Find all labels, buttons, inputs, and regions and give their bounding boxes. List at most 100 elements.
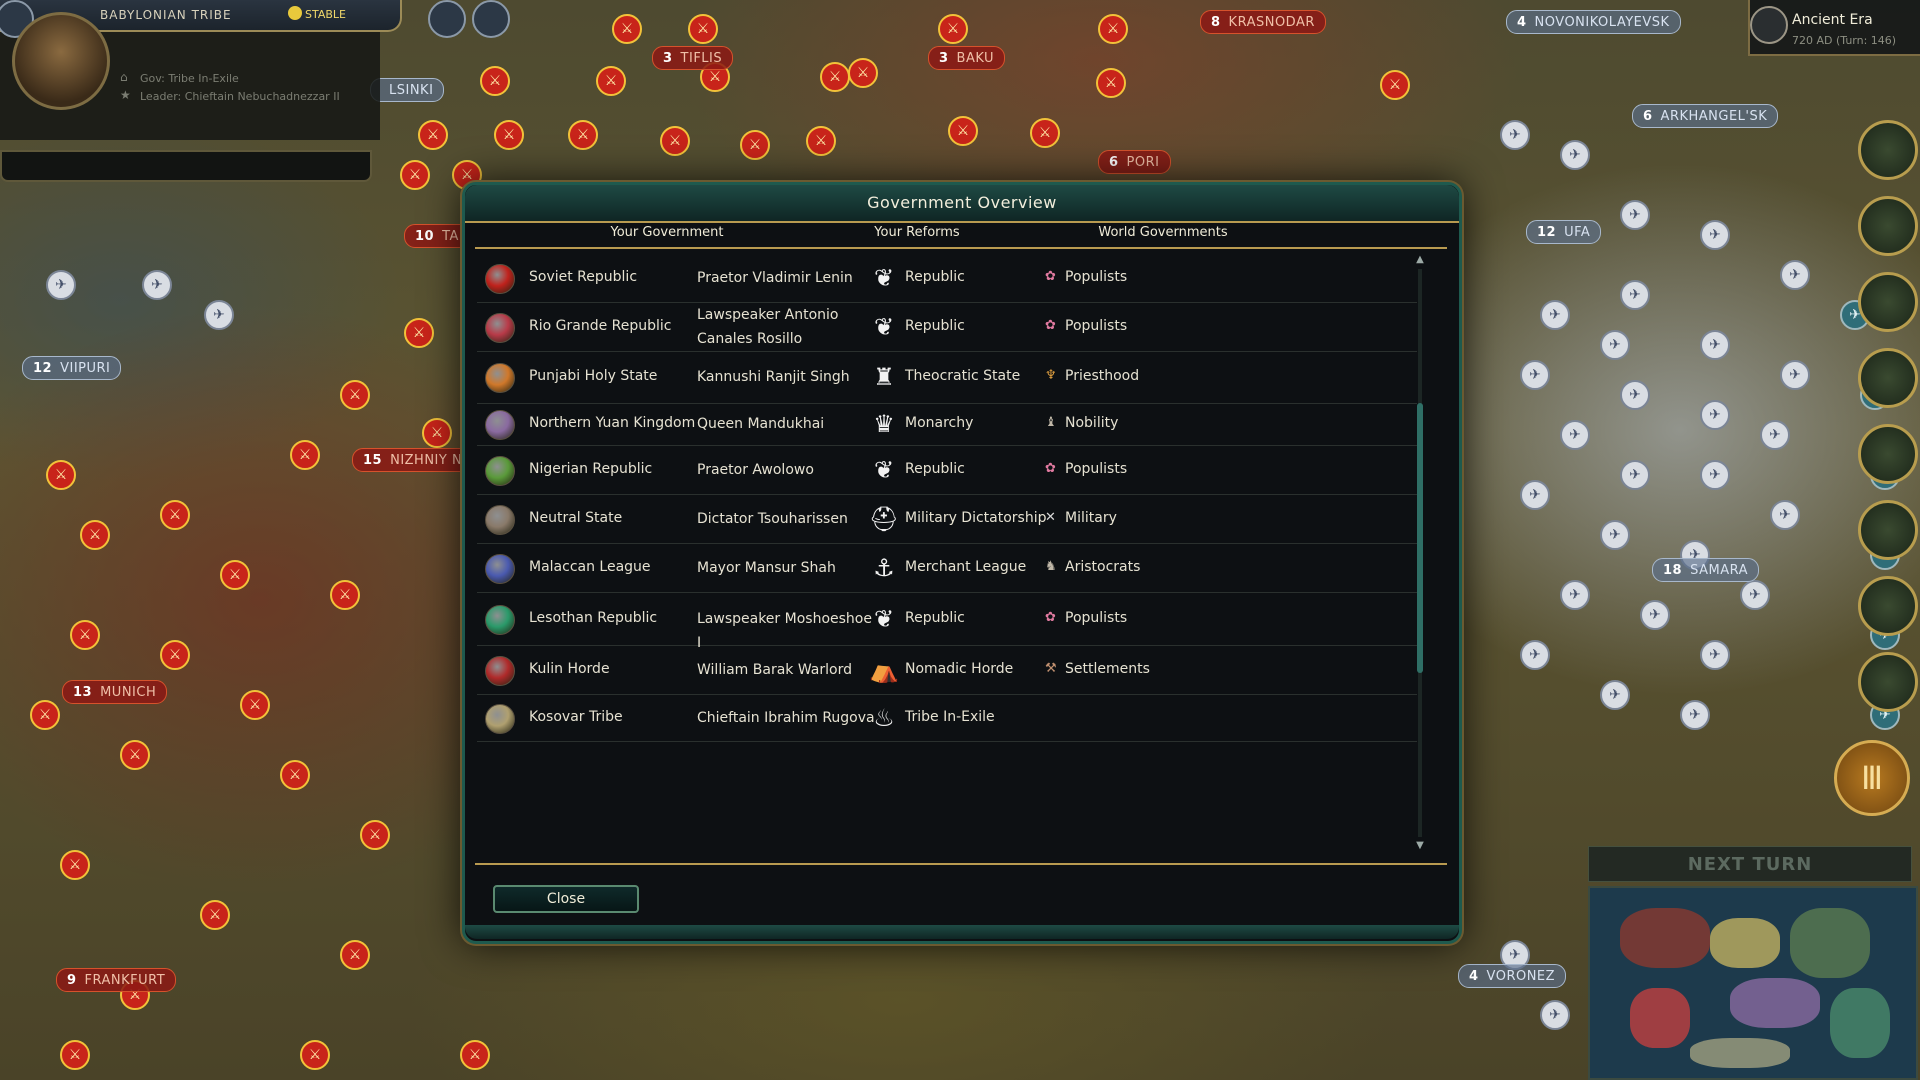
government-row[interactable]: Punjabi Holy State Kannushi Ranjit Singh ♜…	[477, 351, 1417, 404]
map-unit-icon[interactable]: ✈	[1500, 120, 1530, 150]
map-unit-icon[interactable]: ✈	[1780, 260, 1810, 290]
tab-your-government[interactable]: Your Government	[547, 225, 787, 240]
map-unit-icon[interactable]: ⚔	[30, 700, 60, 730]
map-unit-icon[interactable]: ⚔	[60, 1040, 90, 1070]
government-row[interactable]: Malaccan League Mayor Mansur Shah ⚓ Merchan…	[477, 543, 1417, 593]
leader-portrait[interactable]	[12, 12, 110, 110]
map-unit-icon[interactable]: ✈	[1680, 700, 1710, 730]
government-row[interactable]: Soviet Republic Praetor Vladimir Lenin ❦ Re…	[477, 253, 1417, 303]
city-banner[interactable]: 8 KRASNODAR	[1200, 10, 1326, 34]
government-row[interactable]: Kosovar Tribe Chieftain Ibrahim Rugova ♨ Tr…	[477, 694, 1417, 742]
map-unit-icon[interactable]: ⚔	[740, 130, 770, 160]
map-unit-icon[interactable]: ✈	[1700, 220, 1730, 250]
map-unit-icon[interactable]: ⚔	[80, 520, 110, 550]
map-unit-icon[interactable]: ⚔	[120, 740, 150, 770]
map-unit-icon[interactable]: ⚔	[806, 126, 836, 156]
map-unit-icon[interactable]: ✈	[1600, 330, 1630, 360]
map-unit-icon[interactable]: ⚔	[400, 160, 430, 190]
map-unit-icon[interactable]: ⚔	[820, 62, 850, 92]
map-unit-icon[interactable]: ✈	[1620, 380, 1650, 410]
map-unit-icon[interactable]: ✈	[1620, 280, 1650, 310]
advisor-button[interactable]	[1858, 348, 1918, 408]
map-unit-icon[interactable]: ⚔	[160, 640, 190, 670]
city-banner[interactable]: 6 ARKHANGEL'SK	[1632, 104, 1779, 128]
map-unit-icon[interactable]: ⚔	[340, 940, 370, 970]
era-icon[interactable]	[1750, 6, 1788, 44]
map-unit-icon[interactable]: ⚔	[160, 500, 190, 530]
map-unit-icon[interactable]: ⚔	[660, 126, 690, 156]
government-row[interactable]: Nigerian Republic Praetor Awolowo ❦ Republi…	[477, 445, 1417, 495]
map-unit-icon[interactable]: ✈	[1520, 480, 1550, 510]
scroll-thumb[interactable]	[1417, 403, 1423, 673]
map-unit-icon[interactable]: ⚔	[460, 1040, 490, 1070]
map-unit-icon[interactable]: ⚔	[70, 620, 100, 650]
city-banner[interactable]: LSINKI	[370, 78, 445, 102]
map-unit-icon[interactable]: ⚔	[280, 760, 310, 790]
map-unit-icon[interactable]: ⚔	[480, 66, 510, 96]
close-button[interactable]: Close	[493, 885, 639, 913]
map-unit-icon[interactable]: ⚔	[612, 14, 642, 44]
map-unit-icon[interactable]: ⚔	[596, 66, 626, 96]
map-unit-icon[interactable]: ✈	[1700, 640, 1730, 670]
map-unit-icon[interactable]: ✈	[1600, 520, 1630, 550]
map-unit-icon[interactable]: ✈	[1780, 360, 1810, 390]
map-unit-icon[interactable]: ⚔	[568, 120, 598, 150]
map-unit-icon[interactable]: ⚔	[938, 14, 968, 44]
map-unit-icon[interactable]: ⚔	[494, 120, 524, 150]
minimap[interactable]	[1588, 886, 1918, 1080]
map-unit-icon[interactable]: ⚔	[404, 318, 434, 348]
map-unit-icon[interactable]: ⚔	[1098, 14, 1128, 44]
advisor-button[interactable]	[1858, 500, 1918, 560]
government-row[interactable]: Rio Grande Republic Lawspeaker Antonio Ca…	[477, 302, 1417, 352]
next-turn-button[interactable]: NEXT TURN	[1588, 846, 1912, 882]
map-unit-icon[interactable]: ✈	[1700, 400, 1730, 430]
unit-icon[interactable]	[472, 0, 510, 38]
map-unit-icon[interactable]: ⚔	[46, 460, 76, 490]
map-unit-icon[interactable]: ✈	[204, 300, 234, 330]
map-unit-icon[interactable]: ⚔	[1030, 118, 1060, 148]
scroll-up-icon[interactable]: ▲	[1413, 253, 1427, 267]
city-banner[interactable]: 4 NOVONIKOLAYEVSK	[1506, 10, 1681, 34]
scrollbar[interactable]: ▲ ▼	[1413, 253, 1427, 853]
city-banner[interactable]: 13 MUNICH	[62, 680, 168, 704]
map-unit-icon[interactable]: ✈	[1520, 640, 1550, 670]
city-banner[interactable]: 3 BAKU	[928, 46, 1006, 70]
map-unit-icon[interactable]: ✈	[1540, 1000, 1570, 1030]
map-unit-icon[interactable]: ⚔	[418, 120, 448, 150]
map-unit-icon[interactable]: ✈	[1760, 420, 1790, 450]
map-unit-icon[interactable]: ✈	[1640, 600, 1670, 630]
map-unit-icon[interactable]: ⚔	[688, 14, 718, 44]
map-unit-icon[interactable]: ⚔	[848, 58, 878, 88]
map-unit-icon[interactable]: ⚔	[340, 380, 370, 410]
advisor-button[interactable]	[1858, 272, 1918, 332]
governments-list[interactable]: Soviet Republic Praetor Vladimir Lenin ❦ Re…	[477, 253, 1417, 853]
city-banner[interactable]: 15 NIZHNIY N	[352, 448, 474, 472]
map-unit-icon[interactable]: ✈	[1560, 580, 1590, 610]
government-row[interactable]: Lesothan Republic Lawspeaker Moshoeshoe I…	[477, 592, 1417, 651]
advisor-button[interactable]	[1858, 652, 1918, 712]
map-unit-icon[interactable]: ✈	[1520, 360, 1550, 390]
tab-world-governments[interactable]: World Governments	[1043, 225, 1283, 240]
map-unit-icon[interactable]: ⚔	[948, 116, 978, 146]
map-unit-icon[interactable]: ⚔	[290, 440, 320, 470]
map-unit-icon[interactable]: ✈	[1620, 460, 1650, 490]
map-unit-icon[interactable]: ⚔	[220, 560, 250, 590]
map-unit-icon[interactable]: ✈	[142, 270, 172, 300]
city-banner[interactable]: 6 PORI	[1098, 150, 1171, 174]
government-row[interactable]: Northern Yuan Kingdom Queen Mandukhai ♛ Mon…	[477, 403, 1417, 446]
advisor-icon[interactable]	[428, 0, 466, 38]
scroll-down-icon[interactable]: ▼	[1413, 839, 1427, 853]
map-unit-icon[interactable]: ⚔	[422, 418, 452, 448]
map-unit-icon[interactable]: ⚔	[1096, 68, 1126, 98]
map-unit-icon[interactable]: ⚔	[60, 850, 90, 880]
map-unit-icon[interactable]: ✈	[1700, 330, 1730, 360]
city-banner[interactable]: 4 VORONEZ	[1458, 964, 1567, 988]
advisor-button[interactable]	[1858, 120, 1918, 180]
map-unit-icon[interactable]: ✈	[1560, 140, 1590, 170]
map-unit-icon[interactable]: ✈	[1620, 200, 1650, 230]
map-unit-icon[interactable]: ✈	[1560, 420, 1590, 450]
map-unit-icon[interactable]: ⚔	[240, 690, 270, 720]
map-unit-icon[interactable]: ⚔	[360, 820, 390, 850]
city-banner[interactable]: 18 SAMARA	[1652, 558, 1759, 582]
city-banner[interactable]: 3 TIFLIS	[652, 46, 734, 70]
